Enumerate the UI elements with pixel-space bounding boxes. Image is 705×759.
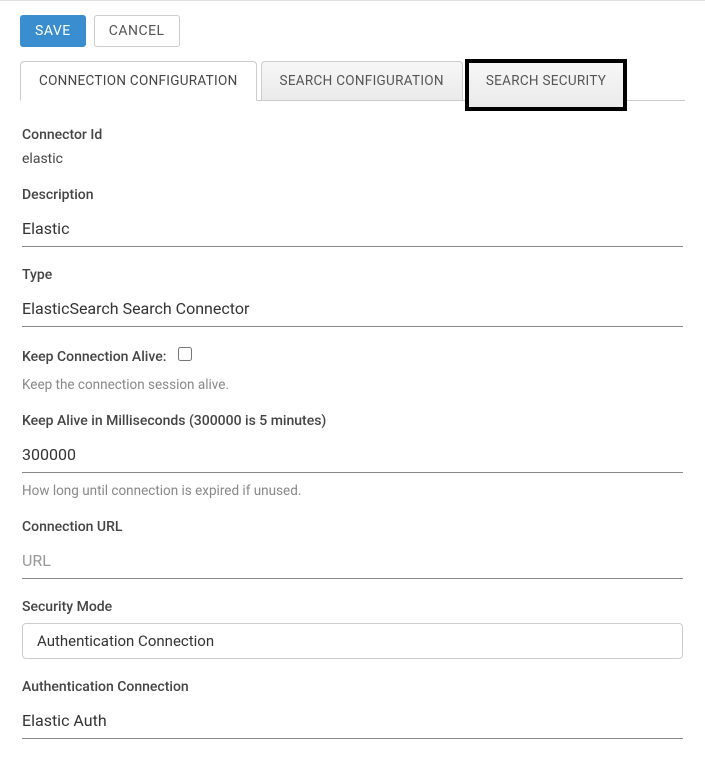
cancel-button[interactable]: CANCEL	[94, 15, 180, 47]
field-authentication-connection: Authentication Connection	[22, 679, 683, 739]
keep-alive-help: Keep the connection session alive.	[22, 377, 683, 393]
connection-url-label: Connection URL	[22, 519, 683, 535]
keep-alive-ms-label: Keep Alive in Milliseconds (300000 is 5 …	[22, 413, 683, 429]
auth-connection-input[interactable]	[22, 703, 683, 739]
type-input[interactable]	[22, 291, 683, 327]
auth-connection-label: Authentication Connection	[22, 679, 683, 695]
field-description: Description	[22, 187, 683, 247]
keep-alive-ms-input[interactable]	[22, 437, 683, 473]
field-keep-connection-alive: Keep Connection Alive: Keep the connecti…	[22, 347, 683, 393]
field-keep-alive-ms: Keep Alive in Milliseconds (300000 is 5 …	[22, 413, 683, 499]
tab-bar: CONNECTION CONFIGURATION SEARCH CONFIGUR…	[20, 61, 685, 101]
field-security-mode: Security Mode Authentication Connection	[22, 599, 683, 659]
connector-id-value: elastic	[22, 151, 683, 167]
description-label: Description	[22, 187, 683, 203]
toolbar: SAVE CANCEL	[20, 15, 685, 47]
field-connector-id: Connector Id elastic	[22, 127, 683, 167]
tab-search-configuration[interactable]: SEARCH CONFIGURATION	[261, 61, 463, 100]
connector-id-label: Connector Id	[22, 127, 683, 143]
tab-search-security[interactable]: SEARCH SECURITY	[467, 61, 625, 109]
description-input[interactable]	[22, 211, 683, 247]
field-connection-url: Connection URL	[22, 519, 683, 579]
keep-alive-checkbox[interactable]	[178, 347, 192, 361]
tab-connection-configuration[interactable]: CONNECTION CONFIGURATION	[20, 61, 257, 101]
security-mode-select[interactable]: Authentication Connection	[22, 623, 683, 659]
connection-url-input[interactable]	[22, 543, 683, 579]
keep-alive-ms-help: How long until connection is expired if …	[22, 483, 683, 499]
type-label: Type	[22, 267, 683, 283]
save-button[interactable]: SAVE	[20, 15, 86, 47]
keep-alive-label: Keep Connection Alive:	[22, 349, 166, 365]
connection-configuration-form: Connector Id elastic Description Type Ke…	[20, 127, 685, 739]
field-type: Type	[22, 267, 683, 327]
security-mode-label: Security Mode	[22, 599, 683, 615]
